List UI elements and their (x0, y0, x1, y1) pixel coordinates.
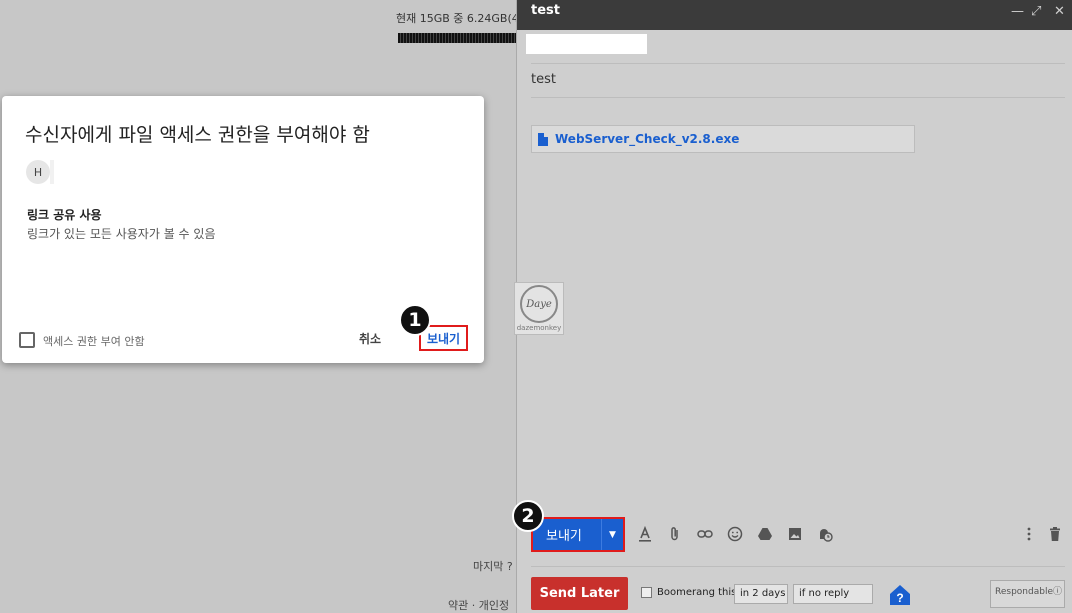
compose-window: test — ⤢ ✕ test WebServer_Check_v2.8.exe… (514, 0, 1072, 613)
minimize-icon[interactable]: — (1011, 4, 1024, 19)
trash-icon[interactable] (1045, 524, 1065, 544)
emoji-icon[interactable] (725, 524, 745, 544)
recipient-avatar-chip (50, 160, 54, 184)
divider (531, 97, 1065, 98)
boomerang-checkbox[interactable] (641, 587, 652, 598)
send-later-button[interactable]: Send Later (531, 577, 628, 610)
boomerang-label: Boomerang this (657, 587, 737, 598)
respondable-widget[interactable]: Respondableⓘ (990, 580, 1065, 608)
attach-icon[interactable] (665, 524, 685, 544)
send-options-arrow-icon[interactable]: ▼ (601, 519, 623, 550)
schedule-icon[interactable] (815, 524, 835, 544)
subject-field[interactable]: test (531, 72, 556, 87)
text-format-icon[interactable] (635, 524, 655, 544)
link-sharing-option-title: 링크 공유 사용 (27, 208, 102, 222)
watermark-logo: Daye dazemonkey (514, 282, 564, 335)
attachment-chip[interactable]: WebServer_Check_v2.8.exe (531, 125, 915, 153)
divider (531, 63, 1065, 64)
storage-usage-bar (398, 33, 518, 43)
recipient-field[interactable] (526, 34, 647, 54)
file-icon (538, 132, 548, 146)
link-icon[interactable] (695, 524, 715, 544)
more-icon[interactable] (1019, 524, 1039, 544)
step-marker-1: 1 (399, 304, 431, 336)
close-icon[interactable]: ✕ (1054, 4, 1065, 19)
divider (531, 566, 1065, 567)
watermark-caption: dazemonkey (516, 324, 562, 332)
svg-text:?: ? (896, 591, 903, 605)
recipient-avatar: H (26, 160, 50, 184)
storage-usage-text: 현재 15GB 중 6.24GB(4 (396, 12, 519, 25)
help-icon: ⓘ (1052, 587, 1062, 597)
cancel-button[interactable]: 취소 (359, 330, 381, 347)
boomerang-time-select[interactable]: in 2 days (734, 584, 788, 604)
drive-icon[interactable] (755, 524, 775, 544)
dialog-title: 수신자에게 파일 액세스 권한을 부여해야 함 (25, 124, 370, 146)
photo-icon[interactable] (785, 524, 805, 544)
boomerang-condition-select[interactable]: if no reply (793, 584, 873, 604)
compose-title: test (531, 3, 560, 18)
respondable-label: Respondable (995, 587, 1053, 597)
no-access-label: 액세스 권한 부여 안함 (43, 335, 145, 348)
footer-terms-link[interactable]: 약관 · 개인정 (448, 597, 509, 613)
attachment-filename[interactable]: WebServer_Check_v2.8.exe (555, 132, 739, 146)
send-button[interactable]: 보내기 (533, 519, 601, 550)
send-button-group: 보내기 ▼ (531, 517, 625, 552)
boomerang-help-icon[interactable]: ? (889, 584, 911, 606)
expand-icon[interactable]: ⤢ (1031, 4, 1041, 19)
link-sharing-option-desc: 링크가 있는 모든 사용자가 볼 수 있음 (27, 227, 216, 241)
no-access-checkbox[interactable] (19, 332, 35, 348)
compose-header: test — ⤢ ✕ (517, 0, 1072, 30)
watermark-mark: Daye (520, 285, 558, 323)
step-marker-2: 2 (512, 500, 544, 532)
last-activity-text: 마지막 ? (473, 560, 513, 573)
